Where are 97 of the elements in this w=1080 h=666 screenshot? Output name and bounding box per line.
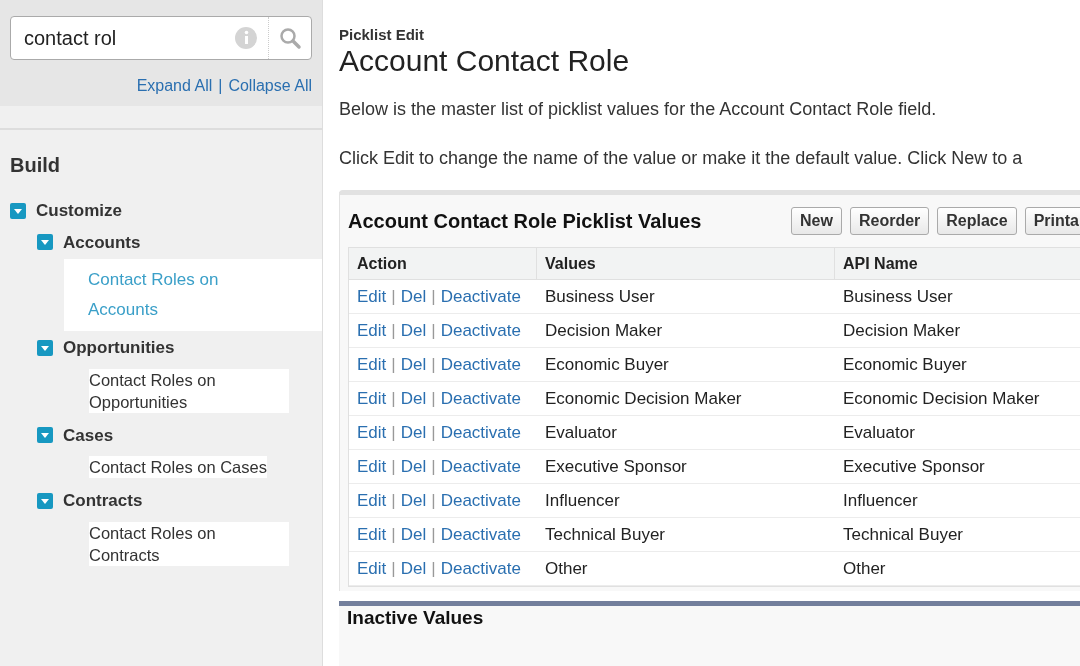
action-separator: | — [431, 455, 436, 478]
action-separator: | — [391, 319, 396, 342]
action-link[interactable]: Del — [400, 283, 427, 310]
action-separator: | — [431, 285, 436, 308]
table-cell-text: Influencer — [544, 489, 621, 512]
table-cell-text: Economic Buyer — [842, 353, 968, 376]
action-link[interactable]: Deactivate — [440, 487, 521, 514]
table-cell-text: Other — [544, 557, 589, 580]
expand-all-link[interactable]: Expand All — [136, 74, 213, 98]
table-cell-text: Business User — [842, 285, 954, 308]
action-link[interactable]: Deactivate — [440, 453, 521, 480]
collapse-all-link[interactable]: Collapse All — [228, 74, 312, 98]
action-separator: | — [431, 421, 436, 444]
table-cell-text: Evaluator — [842, 421, 916, 444]
action-separator: | — [391, 387, 396, 410]
action-separator: | — [431, 387, 436, 410]
table-cell-text: Economic Decision Maker — [544, 387, 743, 410]
action-separator: | — [391, 285, 396, 308]
action-link[interactable]: Deactivate — [440, 385, 521, 412]
description-text: Below is the master list of picklist values for the Account Contact Role field. — [339, 98, 938, 121]
collapse-toggle-icon[interactable] — [37, 492, 53, 509]
panel-title: Inactive Values — [347, 606, 485, 630]
action-link[interactable]: Del — [400, 351, 427, 378]
table-cell-text: Decision Maker — [842, 319, 962, 342]
action-link[interactable]: Del — [400, 521, 427, 548]
action-link[interactable]: Edit — [357, 419, 387, 446]
table-cell-text: Decision Maker — [544, 319, 664, 342]
tree-node-label[interactable]: Opportunities — [63, 335, 175, 361]
tree-link[interactable]: Contact Roles on Accounts — [88, 265, 238, 325]
page-title: Account Contact Role — [339, 44, 631, 78]
table-cell-text: Other — [842, 557, 887, 580]
column-header: Values — [537, 248, 835, 279]
action-link[interactable]: Del — [400, 317, 427, 344]
table-cell-text: Evaluator — [544, 421, 618, 444]
collapse-toggle-icon[interactable] — [37, 339, 53, 356]
tree-node-label[interactable]: Customize — [36, 198, 122, 224]
table-cell-text: Economic Buyer — [544, 353, 670, 376]
action-separator: | — [431, 523, 436, 546]
column-header: API Name — [835, 248, 1080, 279]
action-link[interactable]: Deactivate — [440, 555, 521, 582]
action-link[interactable]: Deactivate — [440, 419, 521, 446]
action-link[interactable]: Edit — [357, 317, 387, 344]
action-link[interactable]: Edit — [357, 385, 387, 412]
action-separator: | — [391, 557, 396, 580]
table-cell-text: Executive Sponsor — [544, 455, 688, 478]
action-separator: | — [391, 523, 396, 546]
action-separator: | — [431, 319, 436, 342]
tree-link[interactable]: Contact Roles on Cases — [89, 456, 267, 478]
collapse-toggle-icon[interactable] — [37, 427, 53, 444]
action-separator: | — [431, 557, 436, 580]
tree-node-label[interactable]: Contracts — [63, 488, 143, 514]
section-title: Build — [9, 153, 61, 178]
action-separator: | — [391, 489, 396, 512]
tree-node-label[interactable]: Cases — [63, 422, 114, 448]
instruction-text: Click Edit to change the name of the value or make it the default value. Click New to a — [339, 147, 1024, 170]
column-header: Action — [349, 248, 537, 279]
table-cell-text: Influencer — [842, 489, 919, 512]
action-separator: | — [391, 421, 396, 444]
action-link[interactable]: Edit — [357, 283, 387, 310]
search-bar[interactable]: contact rol — [10, 16, 312, 60]
table-cell-text: Economic Decision Maker — [842, 387, 1041, 410]
table-cell-text: Executive Sponsor — [842, 455, 986, 478]
collapse-toggle-icon[interactable] — [37, 234, 53, 251]
table-cell-text: Business User — [544, 285, 656, 308]
action-link[interactable]: Edit — [357, 521, 387, 548]
table-cell-text: Technical Buyer — [544, 523, 666, 546]
action-separator: | — [431, 353, 436, 376]
action-link[interactable]: Deactivate — [440, 317, 521, 344]
table-cell-text: Technical Buyer — [842, 523, 964, 546]
tree-node-label[interactable]: Accounts — [63, 229, 141, 255]
action-link[interactable]: Deactivate — [440, 351, 521, 378]
search-field[interactable]: contact rol — [11, 23, 234, 53]
action-link[interactable]: Deactivate — [440, 283, 521, 310]
action-link[interactable]: Edit — [357, 351, 387, 378]
action-link[interactable]: Edit — [357, 487, 387, 514]
toolbar-button[interactable]: Replace — [937, 207, 1017, 235]
action-separator: | — [391, 455, 396, 478]
collapse-toggle-icon[interactable] — [10, 202, 26, 219]
action-link[interactable]: Edit — [357, 453, 387, 480]
action-link[interactable]: Del — [400, 419, 427, 446]
tree-link[interactable]: Contact Roles on Contracts — [89, 521, 289, 566]
link-separator: | — [218, 76, 223, 96]
panel-title: Account Contact Role Picklist Values — [348, 209, 702, 234]
action-link[interactable]: Del — [400, 555, 427, 582]
toolbar-button[interactable]: New — [791, 207, 842, 235]
action-link[interactable]: Del — [400, 453, 427, 480]
action-link[interactable]: Del — [400, 487, 427, 514]
action-link[interactable]: Edit — [357, 555, 387, 582]
action-separator: | — [391, 353, 396, 376]
toolbar-button[interactable]: Reorder — [849, 207, 930, 235]
action-separator: | — [431, 489, 436, 512]
search-icon[interactable] — [278, 26, 302, 50]
toolbar-button[interactable]: Printa — [1024, 207, 1080, 235]
action-link[interactable]: Deactivate — [440, 521, 521, 548]
page-subtitle: Picklist Edit — [339, 26, 426, 44]
action-link[interactable]: Del — [400, 385, 427, 412]
tree-link[interactable]: Contact Roles on Opportunities — [89, 368, 289, 413]
